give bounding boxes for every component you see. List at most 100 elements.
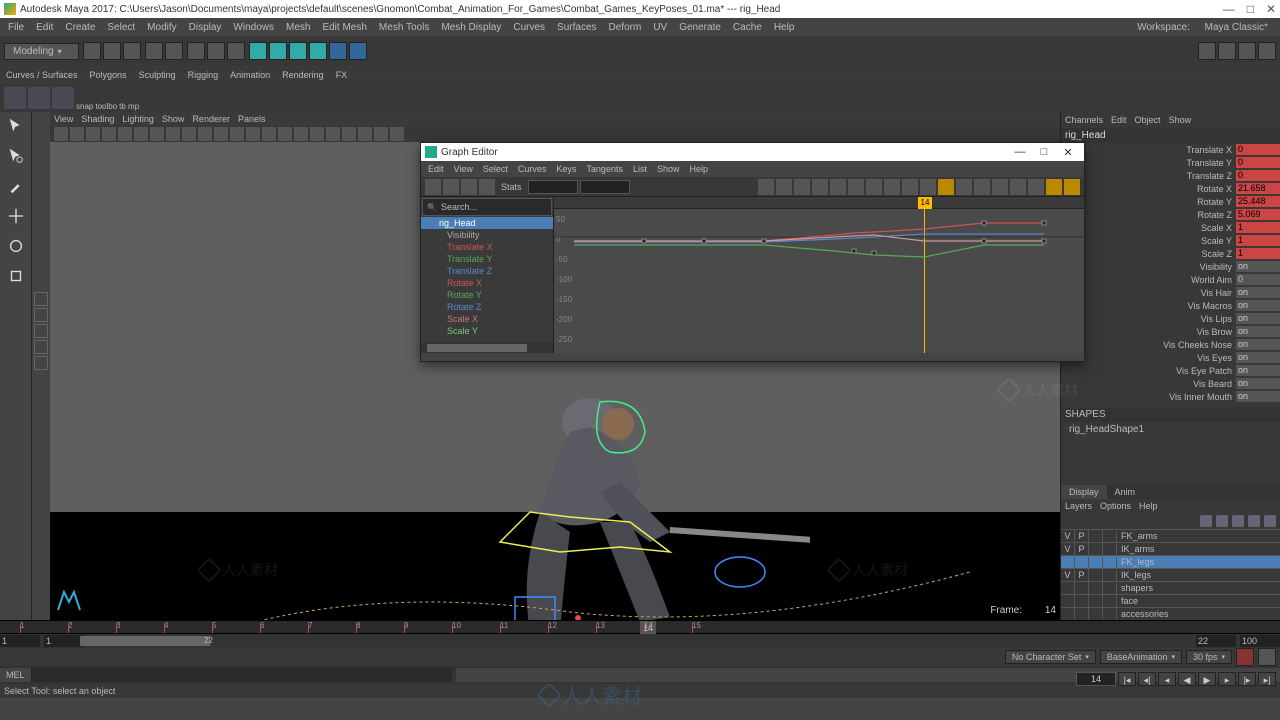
graph-editor-graph[interactable]: 14 50 0 -50 -100 -150 -200 -250 bbox=[553, 197, 1084, 353]
layer-color-swatch[interactable] bbox=[1103, 609, 1117, 620]
menu-modify[interactable]: Modify bbox=[141, 22, 182, 33]
layout-two-v[interactable] bbox=[34, 340, 48, 354]
shelf-tab-polygons[interactable]: Polygons bbox=[84, 70, 133, 80]
vp-menu-shading[interactable]: Shading bbox=[81, 114, 114, 124]
snap-point-button[interactable] bbox=[289, 42, 307, 60]
layer-menu-options[interactable]: Options bbox=[1100, 501, 1131, 511]
ge-attr-tx[interactable]: Translate X bbox=[421, 241, 553, 253]
select-tool[interactable] bbox=[4, 114, 28, 138]
ge-maximize-icon[interactable]: □ bbox=[1032, 146, 1056, 158]
ge-attr-rx[interactable]: Rotate X bbox=[421, 277, 553, 289]
ge-attr-ry[interactable]: Rotate Y bbox=[421, 289, 553, 301]
channel-attr-value[interactable]: on bbox=[1236, 300, 1280, 311]
layer-row[interactable]: V P FK_arms bbox=[1061, 529, 1280, 542]
ge-post-inf-button[interactable] bbox=[992, 179, 1008, 195]
channel-attr-value[interactable]: 21.658 bbox=[1236, 183, 1280, 194]
menu-mesh[interactable]: Mesh bbox=[280, 22, 316, 33]
anim-layer-dropdown[interactable]: BaseAnimation bbox=[1100, 650, 1182, 664]
layer-color-swatch[interactable] bbox=[1103, 544, 1117, 555]
menu-edit-mesh[interactable]: Edit Mesh bbox=[316, 22, 372, 33]
ge-stepped-button[interactable] bbox=[812, 179, 828, 195]
menu-set-dropdown[interactable]: Modeling bbox=[4, 43, 79, 60]
layout-two-h[interactable] bbox=[34, 324, 48, 338]
channel-attr-value[interactable]: 1 bbox=[1236, 248, 1280, 259]
layer-playback-toggle[interactable]: P bbox=[1075, 543, 1089, 555]
ge-menu-help[interactable]: Help bbox=[684, 164, 713, 174]
channel-attr-value[interactable]: 5.069 bbox=[1236, 209, 1280, 220]
channel-attr-row[interactable]: Scale Z1 bbox=[1061, 247, 1280, 260]
vp-icon-light[interactable] bbox=[198, 127, 212, 141]
channel-attr-row[interactable]: Rotate Z5.069 bbox=[1061, 208, 1280, 221]
snap-live-button[interactable] bbox=[349, 42, 367, 60]
range-end-field[interactable]: 22 bbox=[1196, 635, 1236, 647]
ch-menu-edit[interactable]: Edit bbox=[1111, 115, 1127, 125]
layer-down-icon[interactable] bbox=[1232, 515, 1244, 527]
ge-node-rig-head[interactable]: rig_Head bbox=[421, 217, 553, 229]
vp-icon-render[interactable] bbox=[374, 127, 388, 141]
layer-row[interactable]: V P IK_legs bbox=[1061, 568, 1280, 581]
ge-lattice-button[interactable] bbox=[461, 179, 477, 195]
layer-color-swatch[interactable] bbox=[1103, 583, 1117, 594]
paint-select-button[interactable] bbox=[227, 42, 245, 60]
ge-curves[interactable] bbox=[554, 209, 1084, 353]
play-back-button[interactable]: ◀ bbox=[1178, 672, 1196, 686]
layer-up-icon[interactable] bbox=[1216, 515, 1228, 527]
timeline-keyframe[interactable] bbox=[548, 623, 549, 633]
vp-menu-show[interactable]: Show bbox=[162, 114, 185, 124]
layer-type-toggle[interactable] bbox=[1089, 595, 1103, 607]
timeline-keyframe[interactable] bbox=[404, 623, 405, 633]
timeline-keyframe[interactable] bbox=[644, 623, 645, 633]
vp-icon-gate[interactable] bbox=[134, 127, 148, 141]
snap-curve-button[interactable] bbox=[269, 42, 287, 60]
layout-outliner[interactable] bbox=[34, 356, 48, 370]
menu-surfaces[interactable]: Surfaces bbox=[551, 22, 602, 33]
layer-row[interactable]: accessories bbox=[1061, 607, 1280, 620]
ge-attr-sy[interactable]: Scale Y bbox=[421, 325, 553, 337]
channel-attr-row[interactable]: Vis Beardon bbox=[1061, 377, 1280, 390]
shelf-button-1[interactable] bbox=[4, 87, 26, 109]
channel-attr-row[interactable]: World Aim0 bbox=[1061, 273, 1280, 286]
timeline-keyframe[interactable] bbox=[596, 623, 597, 633]
layer-name[interactable]: accessories bbox=[1117, 609, 1169, 619]
ge-menu-select[interactable]: Select bbox=[478, 164, 513, 174]
paint-tool[interactable] bbox=[4, 174, 28, 198]
layer-vis-toggle[interactable] bbox=[1061, 595, 1075, 607]
timeline-keyframe[interactable] bbox=[308, 623, 309, 633]
vp-menu-view[interactable]: View bbox=[54, 114, 73, 124]
channel-attr-row[interactable]: Visibilityon bbox=[1061, 260, 1280, 273]
ge-menu-keys[interactable]: Keys bbox=[551, 164, 581, 174]
layout-four[interactable] bbox=[34, 308, 48, 322]
prefs-button[interactable] bbox=[1258, 648, 1276, 666]
menu-mesh-display[interactable]: Mesh Display bbox=[435, 22, 507, 33]
timeline-keyframe[interactable] bbox=[260, 623, 261, 633]
ge-attr-ty[interactable]: Translate Y bbox=[421, 253, 553, 265]
timeline-keyframe[interactable] bbox=[356, 623, 357, 633]
channel-attr-value[interactable]: on bbox=[1236, 261, 1280, 272]
shelf-tab-rendering[interactable]: Rendering bbox=[276, 70, 330, 80]
ge-free-button[interactable] bbox=[902, 179, 918, 195]
vp-icon-camera[interactable] bbox=[54, 127, 68, 141]
layer-playback-toggle[interactable] bbox=[1075, 608, 1089, 620]
lasso-button[interactable] bbox=[207, 42, 225, 60]
menu-select[interactable]: Select bbox=[101, 22, 141, 33]
go-start-button[interactable]: |◂ bbox=[1118, 672, 1136, 686]
channel-attr-row[interactable]: Rotate Y25.448 bbox=[1061, 195, 1280, 208]
vp-icon-gamma[interactable] bbox=[358, 127, 372, 141]
shelf-button-3[interactable] bbox=[52, 87, 74, 109]
layer-name[interactable]: FK_legs bbox=[1117, 557, 1154, 567]
ge-lock-button[interactable] bbox=[920, 179, 936, 195]
channel-attr-value[interactable]: on bbox=[1236, 313, 1280, 324]
channel-attr-row[interactable]: Scale Y1 bbox=[1061, 234, 1280, 247]
command-input[interactable] bbox=[32, 668, 452, 682]
menu-generate[interactable]: Generate bbox=[673, 22, 727, 33]
menu-help[interactable]: Help bbox=[768, 22, 801, 33]
graph-editor-titlebar[interactable]: Graph Editor — □ ✕ bbox=[421, 143, 1084, 161]
range-slider[interactable]: 1 1 22 22 100 bbox=[0, 634, 1280, 648]
menu-file[interactable]: File bbox=[2, 22, 30, 33]
timeline-keyframe[interactable] bbox=[500, 623, 501, 633]
layer-menu-layers[interactable]: Layers bbox=[1065, 501, 1092, 511]
channel-attr-value[interactable]: 1 bbox=[1236, 235, 1280, 246]
vp-icon-image[interactable] bbox=[86, 127, 100, 141]
layer-playback-toggle[interactable] bbox=[1075, 556, 1089, 568]
channel-attr-row[interactable]: Vis Lipson bbox=[1061, 312, 1280, 325]
